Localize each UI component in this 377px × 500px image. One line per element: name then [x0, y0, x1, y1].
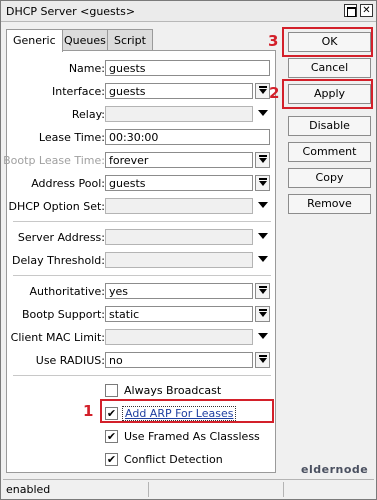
tab-queues[interactable]: Queues [57, 29, 113, 51]
dhcp-option-set-row: DHCP Option Set: [7, 198, 277, 216]
disable-button[interactable]: Disable [288, 116, 371, 136]
bootp-support-row: Bootp Support: static [7, 306, 277, 324]
authoritative-field[interactable]: yes [105, 283, 253, 299]
relay-expand-icon[interactable] [258, 110, 268, 116]
tab-script-label: Script [114, 34, 146, 47]
interface-field[interactable]: guests [105, 83, 253, 99]
bootp-support-label: Bootp Support: [22, 308, 105, 321]
bootp-support-field[interactable]: static [105, 306, 253, 322]
window-title: DHCP Server <guests> [6, 5, 136, 18]
tab-script[interactable]: Script [107, 29, 153, 51]
lease-time-label: Lease Time: [38, 131, 105, 144]
tab-queues-label: Queues [64, 34, 106, 47]
cancel-button[interactable]: Cancel [288, 58, 371, 78]
relay-row: Relay: [7, 106, 277, 124]
interface-dropdown-icon[interactable] [255, 83, 270, 99]
dhcp-option-set-field[interactable] [105, 198, 253, 214]
status-divider [283, 482, 284, 497]
bootp-lease-time-row: Bootp Lease Time: forever [3, 152, 277, 170]
relay-label: Relay: [71, 108, 105, 121]
lease-time-field[interactable]: 00:30:00 [105, 129, 270, 145]
client-mac-limit-expand-icon[interactable] [258, 333, 268, 339]
ok-highlight-box [282, 27, 373, 57]
eldernode-watermark: eldernode [301, 463, 369, 476]
server-address-label: Server Address: [17, 231, 105, 244]
server-address-row: Server Address: [7, 229, 277, 247]
divider [13, 221, 271, 222]
annotation-number-2: 2 [269, 84, 280, 102]
delay-threshold-expand-icon[interactable] [258, 256, 268, 262]
use-radius-field[interactable]: no [105, 352, 253, 368]
add-arp-highlight-box [100, 399, 274, 423]
checkbox-box[interactable]: ✔ [105, 453, 118, 466]
lease-time-row: Lease Time: 00:30:00 [7, 129, 277, 147]
server-address-expand-icon[interactable] [258, 233, 268, 239]
name-label: Name: [68, 62, 105, 75]
divider [13, 275, 271, 276]
annotation-number-3: 3 [268, 32, 279, 50]
conflict-detection-label: Conflict Detection [124, 453, 223, 466]
dhcp-option-set-expand-icon[interactable] [258, 202, 268, 208]
address-pool-dropdown-icon[interactable] [255, 175, 270, 191]
authoritative-row: Authoritative: yes [7, 283, 277, 301]
dhcp-option-set-label: DHCP Option Set: [8, 200, 105, 213]
always-broadcast-label: Always Broadcast [124, 384, 222, 397]
tab-generic-label: Generic [13, 34, 56, 47]
bootp-support-dropdown-icon[interactable] [255, 306, 270, 322]
address-pool-row: Address Pool: guests [7, 175, 277, 193]
bootp-lease-time-dropdown-icon[interactable] [255, 152, 270, 168]
copy-button[interactable]: Copy [288, 168, 371, 188]
use-radius-row: Use RADIUS: no [7, 352, 277, 370]
tab-generic[interactable]: Generic [6, 29, 63, 52]
address-pool-field[interactable]: guests [105, 175, 253, 191]
use-radius-dropdown-icon[interactable] [255, 352, 270, 368]
use-radius-label: Use RADIUS: [35, 354, 105, 367]
name-row: Name: guests [7, 60, 277, 78]
delay-threshold-row: Delay Threshold: [7, 252, 277, 270]
relay-field[interactable] [105, 106, 253, 122]
divider [13, 375, 271, 376]
status-bar: enabled [3, 479, 374, 498]
annotation-number-1: 1 [83, 402, 94, 420]
bootp-lease-time-field[interactable]: forever [105, 152, 253, 168]
address-pool-label: Address Pool: [31, 177, 105, 190]
title-bar[interactable]: DHCP Server <guests> ✕ [1, 1, 376, 22]
client-mac-limit-label: Client MAC Limit: [10, 331, 105, 344]
server-address-field[interactable] [105, 229, 253, 245]
delay-threshold-field[interactable] [105, 252, 253, 268]
bootp-lease-time-label: Bootp Lease Time: [3, 154, 105, 167]
status-text: enabled [6, 483, 51, 496]
name-field[interactable]: guests [105, 60, 270, 76]
delay-threshold-label: Delay Threshold: [12, 254, 105, 267]
authoritative-dropdown-icon[interactable] [255, 283, 270, 299]
close-icon[interactable]: ✕ [360, 4, 373, 17]
dhcp-server-window: DHCP Server <guests> ✕ Generic Queues Sc… [0, 0, 377, 500]
client-mac-limit-row: Client MAC Limit: [7, 329, 277, 347]
remove-button[interactable]: Remove [288, 194, 371, 214]
interface-label: Interface: [52, 85, 105, 98]
checkbox-box[interactable]: ✔ [105, 430, 118, 443]
client-mac-limit-field[interactable] [105, 329, 253, 345]
maximize-icon[interactable] [344, 4, 357, 17]
authoritative-label: Authoritative: [29, 285, 106, 298]
apply-highlight-box [282, 79, 373, 109]
interface-row: Interface: guests [7, 83, 277, 101]
checkbox-box[interactable] [105, 384, 118, 397]
use-framed-as-classless-label: Use Framed As Classless [124, 430, 260, 443]
comment-button[interactable]: Comment [288, 142, 371, 162]
status-divider [148, 482, 149, 497]
